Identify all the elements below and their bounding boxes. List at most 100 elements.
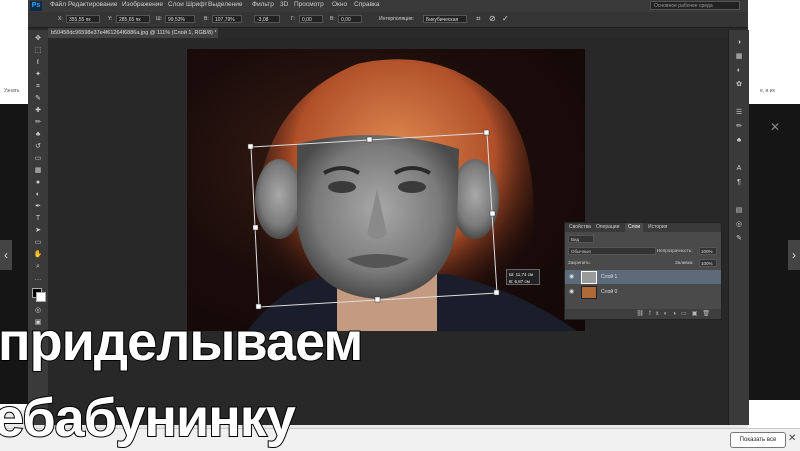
- paths-panel-icon[interactable]: ✎: [734, 234, 744, 243]
- tab-actions[interactable]: Операции: [593, 223, 622, 232]
- tab-layers[interactable]: Слои: [625, 223, 644, 232]
- tooltip-height: В: 6,87 см: [509, 279, 530, 284]
- adjustments-panel-icon[interactable]: ◐: [734, 66, 744, 75]
- shape-tool-icon[interactable]: ▭: [33, 238, 43, 247]
- fill-field[interactable]: 100%: [699, 259, 717, 267]
- cancel-icon[interactable]: ⊘: [489, 14, 496, 23]
- opacity-label: Непрозрачность:: [657, 248, 693, 253]
- color-panel-icon[interactable]: ◑: [734, 38, 744, 47]
- clone-source-icon[interactable]: ♣: [734, 136, 744, 145]
- document-image[interactable]: [187, 49, 585, 331]
- x-label: X:: [58, 16, 63, 22]
- blend-mode-select[interactable]: Обычные: [568, 247, 656, 255]
- h-label: В:: [204, 16, 209, 22]
- layer-row[interactable]: ◉ Слой 1: [565, 270, 721, 284]
- layers-panel: Свойства Операции Слои История Вид Обычн…: [564, 222, 722, 320]
- healing-brush-icon[interactable]: ✚: [33, 106, 43, 115]
- y-label: Y:: [108, 16, 113, 22]
- lasso-tool-icon[interactable]: ℓ: [33, 58, 43, 67]
- eraser-tool-icon[interactable]: ▭: [33, 154, 43, 163]
- libraries-panel-icon[interactable]: ☰: [734, 108, 744, 117]
- move-tool-icon[interactable]: ✥: [33, 34, 43, 43]
- browser-right-text: е, и их: [760, 88, 776, 94]
- visibility-eye-icon[interactable]: ◉: [569, 285, 574, 299]
- tab-history[interactable]: История: [645, 223, 670, 232]
- photoshop-logo: Ps: [30, 1, 42, 11]
- channels-panel-icon[interactable]: ◎: [734, 220, 744, 229]
- layer-name[interactable]: Слой 1: [601, 270, 617, 284]
- vskew-label: В:: [330, 16, 335, 22]
- styles-panel-icon[interactable]: ✿: [734, 80, 744, 89]
- layer-row[interactable]: ◉ Слой 0: [565, 285, 721, 299]
- background-color-swatch[interactable]: [36, 292, 46, 302]
- angle-field[interactable]: -3,08: [254, 15, 280, 23]
- x-field[interactable]: 355,55 пк: [66, 15, 100, 23]
- photo-illustration: [247, 59, 577, 331]
- tab-properties[interactable]: Свойства: [566, 223, 594, 232]
- w-label: Ш:: [156, 16, 162, 22]
- layers-panel-icon[interactable]: ▤: [734, 206, 744, 215]
- visibility-eye-icon[interactable]: ◉: [569, 270, 574, 284]
- transform-tooltip: Ш: 11,74 см В: 6,87 см: [506, 269, 540, 285]
- vskew-field[interactable]: 0,00: [338, 15, 362, 23]
- caption-line-1: приделываем: [0, 311, 364, 373]
- tooltip-width: Ш: 11,74 см: [509, 272, 534, 277]
- commit-icon[interactable]: ✓: [502, 14, 509, 23]
- magic-wand-icon[interactable]: ✦: [33, 70, 43, 79]
- document-tab[interactable]: b50458dc96598e37e4f61264f6886a.jpg @ 111…: [48, 28, 218, 38]
- close-download-bar-icon[interactable]: ✕: [788, 433, 796, 444]
- history-brush-icon[interactable]: ↺: [33, 142, 43, 151]
- menu-layers[interactable]: Слои: [168, 1, 184, 8]
- paragraph-panel-icon[interactable]: ¶: [734, 178, 744, 187]
- eyedropper-icon[interactable]: ✎: [33, 94, 43, 103]
- carousel-next-icon[interactable]: ›: [788, 240, 800, 270]
- menu-edit[interactable]: Редактирование: [68, 1, 118, 8]
- right-panel-dock: ◑ ▦ ◐ ✿ ☰ ✏ ♣ A ¶ ▤ ◎ ✎: [728, 30, 749, 425]
- menu-window[interactable]: Окно: [332, 1, 347, 8]
- path-select-icon[interactable]: ➤: [33, 226, 43, 235]
- menu-image[interactable]: Изображение: [122, 1, 163, 8]
- stamp-tool-icon[interactable]: ♣: [33, 130, 43, 139]
- search-input[interactable]: Основное рабочее среда: [650, 1, 740, 10]
- pen-tool-icon[interactable]: ✒: [33, 202, 43, 211]
- filter-kind-select[interactable]: Вид: [568, 235, 594, 243]
- gradient-tool-icon[interactable]: ▦: [33, 166, 43, 175]
- w-field[interactable]: 99,53%: [165, 15, 195, 23]
- fill-label: Заливка:: [675, 260, 694, 265]
- layers-footer-icons[interactable]: ⛓fx◐◑▭▣🗑: [565, 309, 721, 319]
- menu-type[interactable]: Шрифт: [186, 1, 207, 8]
- show-all-button[interactable]: Показать все: [730, 432, 786, 448]
- browser-page-right-bottom: [748, 400, 800, 430]
- carousel-prev-icon[interactable]: ‹: [0, 240, 12, 270]
- interpolation-select[interactable]: Бикубическая: [423, 15, 467, 23]
- marquee-tool-icon[interactable]: ⬚: [33, 46, 43, 55]
- crop-tool-icon[interactable]: ⌗: [33, 82, 43, 91]
- menu-3d[interactable]: 3D: [280, 1, 288, 8]
- dodge-tool-icon[interactable]: ◐: [33, 190, 43, 199]
- close-icon[interactable]: ✕: [770, 120, 780, 134]
- blur-tool-icon[interactable]: ●: [33, 178, 43, 187]
- h-field[interactable]: 107,79%: [212, 15, 242, 23]
- layer-name[interactable]: Слой 0: [601, 285, 617, 299]
- menu-bar: Ps Файл Редактирование Изображение Слои …: [28, 0, 748, 12]
- character-panel-icon[interactable]: A: [734, 164, 744, 173]
- menu-filter[interactable]: Фильтр: [252, 1, 274, 8]
- type-tool-icon[interactable]: T: [33, 214, 43, 223]
- hand-tool-icon[interactable]: ✋: [33, 250, 43, 259]
- y-field[interactable]: 285,65 пк: [116, 15, 150, 23]
- brush-panel-icon[interactable]: ✏: [734, 122, 744, 131]
- menu-view[interactable]: Просмотр: [294, 1, 324, 8]
- more-tools-icon[interactable]: …: [33, 274, 43, 283]
- lock-label: Закрепить:: [568, 260, 591, 265]
- warp-icon[interactable]: ⌗: [476, 14, 481, 24]
- opacity-field[interactable]: 100%: [699, 247, 717, 255]
- menu-select[interactable]: Выделение: [208, 1, 242, 8]
- hskew-label: Г:: [291, 16, 296, 22]
- zoom-tool-icon[interactable]: ⌕: [33, 262, 43, 271]
- interpolation-label: Интерполяция:: [379, 16, 414, 22]
- swatches-panel-icon[interactable]: ▦: [734, 52, 744, 61]
- brush-tool-icon[interactable]: ✏: [33, 118, 43, 127]
- menu-help[interactable]: Справка: [354, 1, 380, 8]
- hskew-field[interactable]: 0,00: [299, 15, 323, 23]
- menu-file[interactable]: Файл: [50, 1, 66, 8]
